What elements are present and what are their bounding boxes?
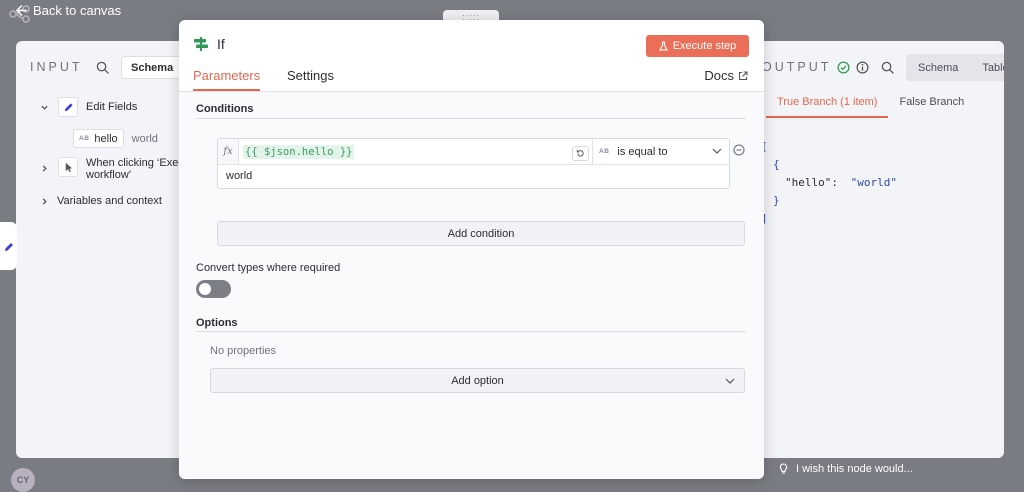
string-type-icon: AB — [79, 135, 90, 142]
add-option-button[interactable]: Add option — [210, 368, 745, 393]
field-name: hello — [94, 132, 118, 145]
tree-field-hello[interactable]: AB hello world — [73, 129, 158, 148]
tree-item-edit-fields[interactable]: Edit Fields — [38, 97, 137, 117]
node-title: If — [193, 36, 225, 52]
feedback-text: I wish this node would... — [796, 463, 913, 475]
add-option-label: Add option — [451, 374, 504, 387]
execute-step-button[interactable]: Execute step — [646, 35, 749, 57]
json-key: "hello": — [785, 176, 838, 189]
reset-icon[interactable] — [572, 146, 589, 161]
back-label: Back to canvas — [33, 3, 122, 18]
json-brace: } — [773, 194, 780, 207]
operator-select[interactable]: AB is equal to — [592, 139, 730, 164]
search-icon[interactable] — [96, 61, 109, 74]
schema-view-tab[interactable]: Schema — [121, 56, 184, 79]
no-properties-text: No properties — [210, 345, 277, 357]
operator-label: is equal to — [617, 145, 668, 158]
json-bracket: [ — [761, 140, 768, 153]
pencil-icon — [4, 243, 13, 251]
field-chip[interactable]: AB hello — [73, 129, 124, 148]
chevron-down-icon[interactable] — [38, 101, 50, 113]
tab-parameters[interactable]: Parameters — [193, 68, 261, 91]
output-view-table[interactable]: Table — [970, 62, 1004, 74]
lightbulb-icon — [779, 463, 788, 474]
node-settings-modal: If Execute step Parameters Settings Docs… — [179, 20, 764, 479]
top-bar: Back to canvas — [0, 0, 1024, 22]
tab-true-branch[interactable]: True Branch (1 item) — [766, 96, 889, 118]
json-bracket: ] — [761, 212, 768, 225]
json-value: "world" — [850, 176, 897, 189]
pencil-icon — [58, 97, 78, 117]
section-divider — [196, 118, 746, 119]
input-panel: INPUT Schema Edit Fields AB hello world … — [16, 41, 186, 458]
tree-item-manual-trigger[interactable]: When clicking ‘Exec workflow’ — [38, 157, 184, 181]
output-panel-heading: OUTPUT — [762, 60, 869, 74]
tree-item-label: Edit Fields — [86, 101, 138, 113]
tab-false-branch[interactable]: False Branch — [888, 96, 975, 118]
chevron-down-icon — [712, 148, 722, 154]
signpost-icon — [194, 37, 208, 51]
right-value-input[interactable]: world — [226, 170, 252, 182]
string-type-icon: AB — [599, 148, 610, 155]
json-entry: "hello": "world" — [761, 174, 897, 192]
check-circle-icon — [837, 60, 850, 74]
left-value-expression[interactable]: {{ $json.hello }} — [243, 145, 355, 159]
back-to-canvas-link[interactable]: Back to canvas — [16, 3, 121, 18]
chevron-down-icon — [725, 378, 735, 384]
options-heading: Options — [196, 317, 238, 329]
tab-settings[interactable]: Settings — [287, 68, 334, 89]
info-icon[interactable] — [856, 61, 869, 74]
branch-tabs: True Branch (1 item) False Branch — [766, 96, 975, 118]
add-condition-button[interactable]: Add condition — [217, 221, 745, 246]
user-avatar[interactable]: CY — [11, 468, 35, 492]
edit-side-tab[interactable] — [0, 222, 17, 270]
section-divider — [196, 331, 746, 332]
remove-condition-icon[interactable] — [733, 144, 745, 156]
workflow-icon — [9, 5, 30, 23]
json-brace: { — [773, 158, 780, 171]
tree-item-label: When clicking ‘Exec workflow’ — [86, 157, 184, 181]
chevron-right-icon[interactable] — [38, 162, 50, 174]
condition-divider — [218, 164, 729, 165]
docs-link[interactable]: Docs — [704, 68, 748, 83]
condition-row: fx {{ $json.hello }} AB is equal to worl… — [217, 138, 730, 189]
input-panel-heading: INPUT — [30, 60, 83, 74]
pointer-icon — [58, 157, 78, 177]
execute-step-label: Execute step — [672, 40, 737, 52]
external-link-icon — [738, 70, 748, 80]
output-panel: OUTPUT Schema Table True Branch (1 item)… — [756, 41, 1004, 458]
convert-types-label: Convert types where required — [196, 262, 341, 274]
toggle-knob — [199, 283, 211, 295]
feedback-link[interactable]: I wish this node would... — [779, 463, 913, 475]
field-value: world — [131, 132, 158, 145]
flask-icon — [658, 41, 668, 51]
search-icon[interactable] — [881, 61, 894, 74]
output-view-tabs: Schema Table — [906, 54, 1004, 81]
conditions-heading: Conditions — [196, 103, 254, 115]
docs-label: Docs — [704, 68, 734, 83]
tree-item-variables[interactable]: Variables and context — [38, 195, 162, 207]
node-title-text: If — [217, 36, 225, 52]
convert-types-toggle[interactable] — [196, 280, 231, 298]
tree-item-label: Variables and context — [57, 195, 162, 207]
expression-fx-icon: fx — [218, 139, 239, 164]
parameters-body: Conditions fx {{ $json.hello }} AB is eq… — [179, 92, 764, 479]
chevron-right-icon[interactable] — [38, 195, 50, 207]
output-view-schema[interactable]: Schema — [906, 62, 970, 74]
node-tabs: Parameters Settings Docs — [179, 68, 764, 92]
json-output: [ { "hello": "world" } ] — [761, 138, 897, 228]
